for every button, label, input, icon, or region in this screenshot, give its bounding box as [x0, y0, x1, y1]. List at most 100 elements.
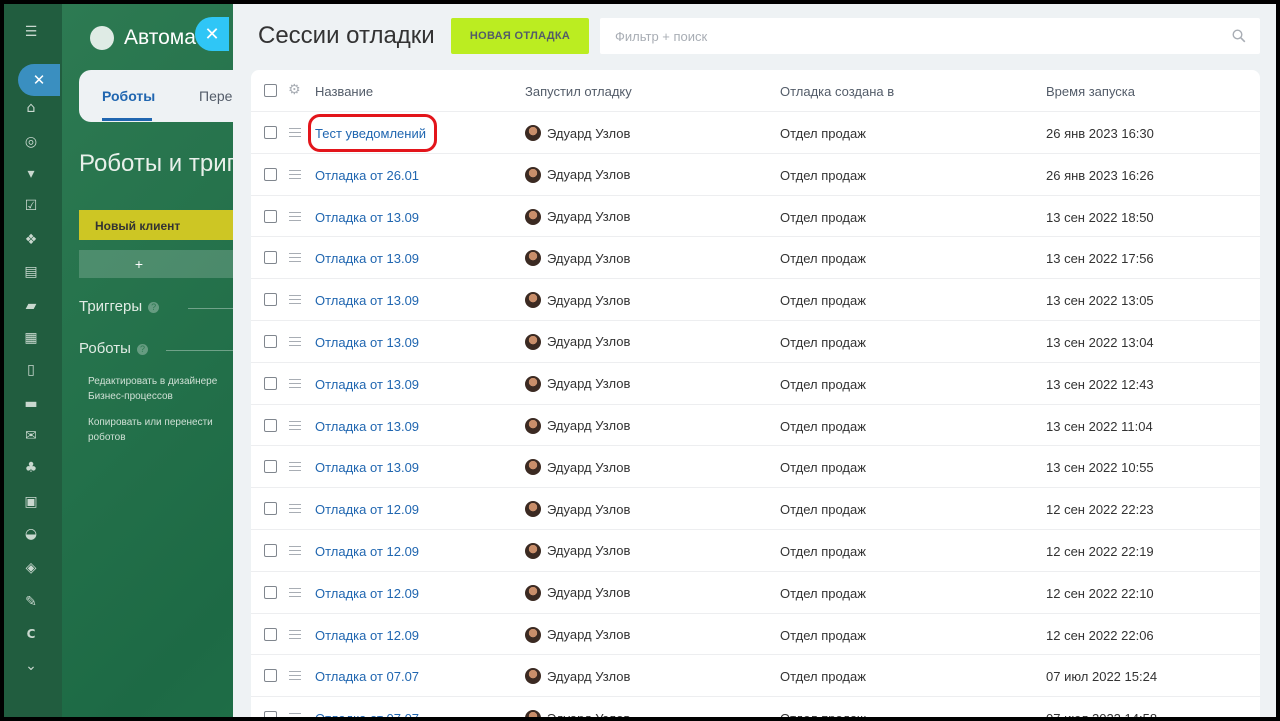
user-name[interactable]: Эдуард Узлов: [547, 627, 630, 642]
user-name[interactable]: Эдуард Узлов: [547, 293, 630, 308]
feed-icon[interactable]: ▤: [21, 262, 41, 282]
row-checkbox[interactable]: [264, 627, 277, 641]
session-name-link[interactable]: Отладка от 26.01: [315, 168, 419, 183]
row-checkbox[interactable]: [264, 669, 277, 683]
user-name[interactable]: Эдуард Узлов: [547, 585, 630, 600]
avatar[interactable]: [525, 417, 541, 434]
sign-icon[interactable]: ✎: [21, 592, 41, 612]
table-row[interactable]: Отладка от 07.07 Эдуард Узлов Отдел продаж…: [251, 655, 1260, 698]
table-row[interactable]: Отладка от 13.09 Эдуард Узлов Отдел продаж…: [251, 237, 1260, 280]
session-name-link[interactable]: Отладка от 13.09: [315, 335, 419, 350]
row-checkbox[interactable]: [264, 585, 277, 599]
session-name-link[interactable]: Отладка от 12.09: [315, 586, 419, 601]
avatar[interactable]: [525, 375, 541, 392]
avatar[interactable]: [525, 459, 541, 476]
select-all-checkbox[interactable]: [264, 84, 277, 97]
table-row[interactable]: Отладка от 13.09 Эдуард Узлов Отдел продаж…: [251, 196, 1260, 238]
session-name-link[interactable]: Тест уведомлений: [315, 126, 426, 141]
sites-icon[interactable]: ❖: [21, 230, 41, 250]
drag-handle-icon[interactable]: [289, 253, 301, 263]
avatar[interactable]: [525, 125, 541, 141]
search-input[interactable]: [600, 18, 1200, 54]
drag-handle-icon[interactable]: [289, 629, 301, 639]
tab-other[interactable]: Пере: [199, 88, 232, 104]
home-icon[interactable]: ⌂: [21, 98, 41, 118]
target-icon[interactable]: ◎: [21, 132, 41, 152]
row-checkbox[interactable]: [264, 418, 277, 432]
mail-icon[interactable]: ✉: [21, 426, 41, 446]
drag-handle-icon[interactable]: [289, 169, 301, 179]
avatar[interactable]: [525, 542, 541, 559]
user-name[interactable]: Эдуард Узлов: [547, 167, 630, 182]
table-row[interactable]: Отладка от 12.09 Эдуард Узлов Отдел продаж…: [251, 614, 1260, 656]
row-checkbox[interactable]: [264, 543, 277, 557]
more-icon[interactable]: ⌄: [21, 656, 41, 676]
user-name[interactable]: Эдуард Узлов: [547, 543, 630, 558]
avatar[interactable]: [525, 668, 541, 685]
help-icon[interactable]: ?: [148, 302, 160, 313]
row-checkbox[interactable]: [264, 334, 277, 348]
drag-handle-icon[interactable]: [289, 504, 301, 514]
session-name-link[interactable]: Отладка от 13.09: [315, 293, 419, 308]
cart-icon[interactable]: ▾: [21, 164, 41, 184]
drag-handle-icon[interactable]: [289, 587, 301, 597]
row-checkbox[interactable]: [264, 209, 277, 223]
user-name[interactable]: Эдуард Узлов: [547, 669, 630, 684]
drag-handle-icon[interactable]: [289, 336, 301, 346]
table-row[interactable]: Отладка от 13.09 Эдуард Узлов Отдел продаж…: [251, 405, 1260, 447]
drag-handle-icon[interactable]: [289, 211, 301, 221]
row-checkbox[interactable]: [264, 293, 277, 307]
row-checkbox[interactable]: [264, 711, 277, 717]
session-name-link[interactable]: Отладка от 13.09: [315, 251, 419, 266]
robot-icon[interactable]: ◒: [21, 524, 41, 544]
table-row[interactable]: Отладка от 07.07 Эдуард Узлов Отдел продаж…: [251, 697, 1260, 717]
drag-handle-icon[interactable]: [289, 295, 301, 305]
user-name[interactable]: Эдуард Узлов: [547, 209, 630, 224]
user-name[interactable]: Эдуард Узлов: [547, 334, 630, 349]
drag-handle-icon[interactable]: [289, 671, 301, 681]
table-row[interactable]: Отладка от 26.01 Эдуард Узлов Отдел продаж…: [251, 154, 1260, 196]
panel-close-button[interactable]: ✕: [195, 17, 229, 51]
calendar-icon[interactable]: ▦: [21, 328, 41, 348]
drag-handle-icon[interactable]: [289, 378, 301, 388]
row-checkbox[interactable]: [264, 126, 277, 139]
table-row[interactable]: Отладка от 13.09 Эдуард Узлов Отдел продаж…: [251, 279, 1260, 321]
crm-letter-icon[interactable]: С: [21, 624, 41, 644]
column-created-in[interactable]: Отладка создана в: [780, 84, 894, 99]
row-checkbox[interactable]: [264, 460, 277, 474]
tab-robots[interactable]: Роботы: [102, 88, 155, 104]
box-icon[interactable]: ◈: [21, 558, 41, 578]
table-row[interactable]: Тест уведомлений Эдуард Узлов Отдел продаж…: [251, 112, 1260, 154]
sidebar-close-icon[interactable]: ✕: [18, 64, 60, 96]
avatar[interactable]: [525, 584, 541, 601]
gear-icon[interactable]: ⚙: [288, 83, 301, 97]
avatar[interactable]: [525, 250, 541, 267]
table-row[interactable]: Отладка от 12.09 Эдуард Узлов Отдел продаж…: [251, 572, 1260, 614]
help-icon[interactable]: ?: [136, 344, 148, 355]
session-name-link[interactable]: Отладка от 13.09: [315, 377, 419, 392]
avatar[interactable]: [525, 501, 541, 518]
avatar[interactable]: [525, 208, 541, 225]
drag-handle-icon[interactable]: [289, 462, 301, 472]
user-name[interactable]: Эдуард Узлов: [547, 376, 630, 391]
inventory-icon[interactable]: ▬: [21, 394, 41, 414]
tasks-icon[interactable]: ☑: [21, 196, 41, 216]
avatar[interactable]: [525, 333, 541, 350]
new-debug-button[interactable]: НОВАЯ ОТЛАДКА: [451, 18, 589, 54]
table-row[interactable]: Отладка от 13.09 Эдуард Узлов Отдел продаж…: [251, 446, 1260, 489]
session-name-link[interactable]: Отладка от 12.09: [315, 544, 419, 559]
chat-icon[interactable]: ▰: [21, 296, 41, 316]
docs-icon[interactable]: ▯: [21, 360, 41, 380]
session-name-link[interactable]: Отладка от 13.09: [315, 419, 419, 434]
avatar[interactable]: [525, 292, 541, 309]
avatar[interactable]: [525, 710, 541, 717]
column-name[interactable]: Название: [315, 84, 373, 99]
column-started-by[interactable]: Запустил отладку: [525, 84, 632, 99]
session-name-link[interactable]: Отладка от 13.09: [315, 210, 419, 225]
avatar[interactable]: [525, 626, 541, 643]
drag-handle-icon[interactable]: [289, 545, 301, 555]
row-checkbox[interactable]: [264, 502, 277, 516]
user-name[interactable]: Эдуард Узлов: [547, 418, 630, 433]
user-name[interactable]: Эдуард Узлов: [547, 502, 630, 517]
user-name[interactable]: Эдуард Узлов: [547, 126, 630, 141]
